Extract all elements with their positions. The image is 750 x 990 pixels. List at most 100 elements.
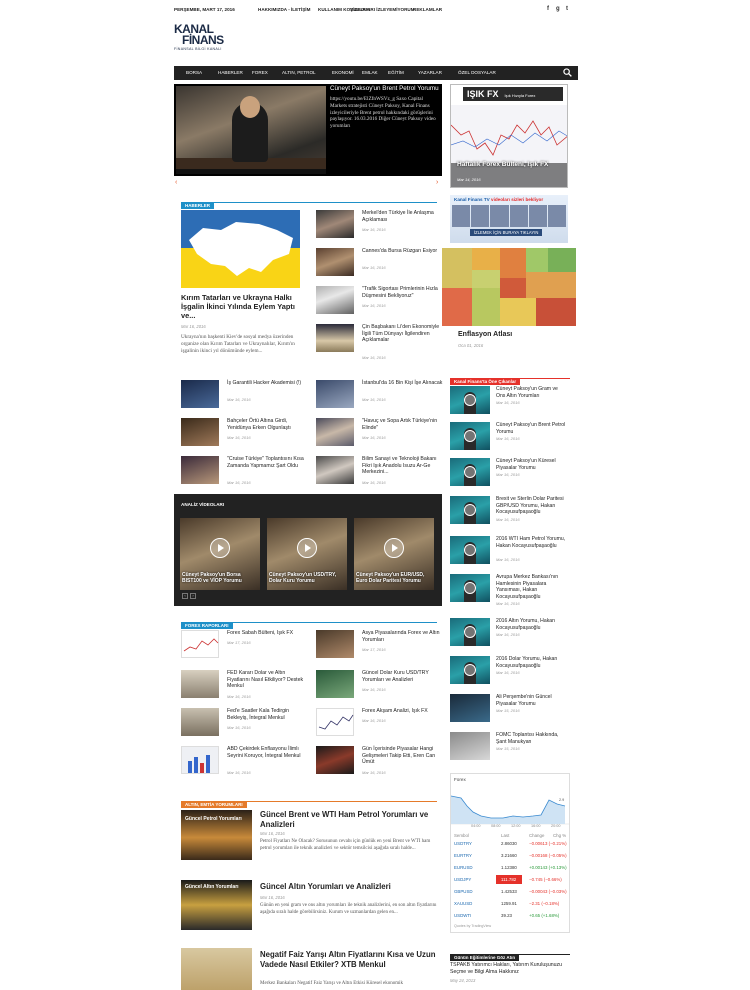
treemap-title[interactable]: Enflasyon Atlası — [458, 331, 512, 338]
fx-symbol[interactable]: XAUUSD — [454, 901, 472, 906]
nav-haberler[interactable]: HABERLER — [218, 70, 243, 75]
commodity-article[interactable]: Negatif Faiz Yarışı Altın Fiyatlarını Kı… — [181, 948, 443, 990]
featured-title[interactable]: Brexit ve Sterlin Dolar Paritesi GBP/USD… — [496, 496, 568, 516]
featured-item[interactable]: Brexit ve Sterlin Dolar Paritesi GBP/USD… — [450, 496, 570, 526]
tv-promo-banner[interactable]: Kanal Finans TV videoları sizleri bekliy… — [450, 195, 568, 243]
commodity-article[interactable]: Güncel Altın Yorumları Güncel Altın Yoru… — [181, 880, 443, 936]
nav-borsa[interactable]: BORSA — [186, 70, 202, 75]
featured-item[interactable]: 2016 Altın Yorumu, Hakan Kocayusufpaşaoğ… — [450, 618, 570, 648]
featured-item[interactable]: Cüneyt Paksoy'un Brent Petrol Yorumu Mar … — [450, 422, 570, 452]
featured-item[interactable]: FOMC Toplantısı Hakkında, Şant Manukyan M… — [450, 732, 570, 762]
featured-title[interactable]: 2016 Altın Yorumu, Hakan Kocayusufpaşaoğ… — [496, 618, 568, 631]
news-title[interactable]: Merkel'den Türkiye İle Anlaşma Açıklamas… — [362, 210, 444, 223]
video-card[interactable]: Cüneyt Paksoy'un USD/TRY, Dolar Kuru Yor… — [267, 518, 347, 590]
slider-next-icon[interactable]: › — [436, 179, 438, 186]
news-item[interactable]: Çin Başbakanı Li'den Ekonomiyle İlgili T… — [316, 324, 440, 364]
video-title[interactable]: Cüneyt Paksoy'un Borsa BIST100 ve VİOP Y… — [182, 572, 260, 585]
video-title[interactable]: Cüneyt Paksoy'un EUR/USD, Euro Dolar Par… — [356, 572, 434, 585]
videos-prev-button[interactable]: ‹ — [182, 593, 188, 599]
facebook-icon[interactable]: f — [547, 6, 549, 12]
video-thumb[interactable] — [450, 386, 490, 414]
forex-item[interactable]: Gün İçerisinde Piyasalar Hangi Gelişmele… — [316, 746, 440, 776]
article-title[interactable]: Güncel Brent ve WTI Ham Petrol Yorumları… — [260, 810, 444, 829]
news-title[interactable]: Bahçeler Örtü Altına Girdi, Yenidünya Er… — [227, 418, 309, 431]
video-title[interactable]: Cüneyt Paksoy'un USD/TRY, Dolar Kuru Yor… — [269, 572, 347, 585]
news-item[interactable]: Bahçeler Örtü Altına Girdi, Yenidünya Er… — [181, 418, 305, 448]
news-title[interactable]: Çin Başbakanı Li'den Ekonomiyle İlgili T… — [362, 324, 444, 344]
video-thumb[interactable] — [450, 536, 490, 564]
video-thumb[interactable] — [450, 496, 490, 524]
article-image[interactable]: Güncel Petrol Yorumları — [181, 810, 252, 860]
site-logo[interactable]: KANAL FİNANS FİNANSAL BİLGİ KANALI — [174, 23, 238, 60]
fx-symbol[interactable]: GBPUSD — [454, 889, 473, 894]
slider-prev-icon[interactable]: ‹ — [175, 179, 177, 186]
news-item[interactable]: İstanbul'da 16 Bin Kişi İşe Alınacak Mar… — [316, 380, 442, 410]
featured-item[interactable]: 2016 Dolar Yorumu, Hakan Kocayusufpaşaoğ… — [450, 656, 570, 686]
forex-title[interactable]: Güncel Dolar Kuru USD/TRY Yorumları ve A… — [362, 670, 444, 683]
news-title[interactable]: "Trafik Sigortası Primlerinin Hızla Düşm… — [362, 286, 444, 299]
twitter-icon[interactable]: t — [566, 6, 568, 12]
play-icon[interactable] — [464, 504, 476, 516]
forex-title[interactable]: Fed'e Saatler Kala Tedirgin Bekleyiş, İn… — [227, 708, 309, 721]
fx-caption[interactable]: Haftalık Forex Bülteni, Işık FX — [457, 161, 548, 168]
article-title[interactable]: Güncel Altın Yorumları ve Analizleri — [260, 882, 444, 892]
tradingview-widget[interactable]: Forex 2.9 04:00 08:00 12:00 16:00 20:00 … — [450, 773, 570, 933]
forex-item[interactable]: ABD Çekirdek Enflasyonu İlimlı Seyrini K… — [181, 746, 305, 776]
video-thumb[interactable] — [450, 574, 490, 602]
videos-next-button[interactable]: › — [190, 593, 196, 599]
play-icon[interactable] — [464, 544, 476, 556]
news-main-title[interactable]: Kırım Tatarları ve Ukrayna Halkı İşgalin… — [181, 293, 306, 321]
news-title[interactable]: "Cruise Türkiye" Toplantısını Kısa Zaman… — [227, 456, 309, 469]
video-thumb[interactable] — [450, 458, 490, 486]
forex-title[interactable]: Gün İçerisinde Piyasalar Hangi Gelişmele… — [362, 746, 444, 766]
featured-title[interactable]: Cüneyt Paksoy'un Gram ve Ons Altın Yorum… — [496, 386, 568, 399]
news-title[interactable]: "Havuç ve Sopa Artık Türkiye'nin Elinde" — [362, 418, 444, 431]
fx-table-row[interactable]: GBPUSD 1.42533 −0.00043 (−0.03%) — [451, 886, 569, 897]
top-link-ads[interactable]: REKLAMLAR — [413, 7, 442, 12]
featured-item[interactable]: Ali Perşembe'nin Güncel Piyasalar Yorumu… — [450, 694, 570, 724]
fx-table-row[interactable]: USDWTI 39.23 +0.65 (+1.68%) — [451, 910, 569, 921]
article-title[interactable]: Negatif Faiz Yarışı Altın Fiyatlarını Kı… — [260, 950, 444, 969]
news-item[interactable]: "Trafik Sigortası Primlerinin Hızla Düşm… — [316, 286, 440, 316]
video-thumb[interactable] — [450, 732, 490, 760]
fx-symbol[interactable]: EURTRY — [454, 853, 472, 858]
featured-title[interactable]: Cüneyt Paksoy'un Küresel Piyasalar Yorum… — [496, 458, 568, 471]
play-icon[interactable] — [210, 538, 230, 558]
video-thumb[interactable] — [450, 656, 490, 684]
play-icon[interactable] — [297, 538, 317, 558]
fx-table-row[interactable]: EURTRY 3.21660 −0.00168 (−0.05%) — [451, 850, 569, 861]
news-item[interactable]: Merkel'den Türkiye İle Anlaşma Açıklamas… — [316, 210, 440, 240]
commodity-article[interactable]: Güncel Petrol Yorumları Güncel Brent ve … — [181, 810, 443, 874]
fx-symbol[interactable]: USDTRY — [454, 841, 472, 846]
video-thumb[interactable] — [450, 694, 490, 722]
nav-ekonomi[interactable]: EKONOMİ — [332, 70, 354, 75]
fx-symbol[interactable]: EURUSD — [454, 865, 473, 870]
forex-item[interactable]: Forex Sabah Bülteni, Işık FX Mar 17, 201… — [181, 630, 305, 660]
fx-table-row[interactable]: XAUUSD 1259.91 −2.31 (−0.18%) — [451, 898, 569, 909]
fx-table-row[interactable]: USDJPY 111.782 −0.745 (−0.66%) — [451, 874, 569, 885]
forex-item[interactable]: Fed'e Saatler Kala Tedirgin Bekleyiş, İn… — [181, 708, 305, 738]
slider-video-thumb[interactable] — [176, 86, 326, 174]
forex-item[interactable]: Güncel Dolar Kuru USD/TRY Yorumları ve A… — [316, 670, 440, 700]
tradingview-credit[interactable]: Quotes by TradingView — [454, 924, 491, 928]
fx-symbol[interactable]: USDWTI — [454, 913, 471, 918]
slider-title[interactable]: Cüneyt Paksoy'un Brent Petrol Yorumu — [330, 84, 440, 94]
play-icon[interactable] — [464, 626, 476, 638]
featured-title[interactable]: Avrupa Merkez Bankası'nın Hamlesinin Piy… — [496, 574, 568, 600]
fx-table-row[interactable]: USDTRY 2.86030 −0.00613 (−0.21%) — [451, 838, 569, 849]
featured-title[interactable]: Ali Perşembe'nin Güncel Piyasalar Yorumu — [496, 694, 568, 707]
video-thumb[interactable] — [450, 618, 490, 646]
featured-title[interactable]: FOMC Toplantısı Hakkında, Şant Manukyan — [496, 732, 568, 745]
google-plus-icon[interactable]: g — [556, 6, 560, 12]
search-icon[interactable] — [563, 68, 572, 77]
play-icon[interactable] — [464, 466, 476, 478]
nav-altin-petrol[interactable]: ALTIN, PETROL — [282, 70, 316, 75]
featured-item[interactable]: Avrupa Merkez Bankası'nın Hamlesinin Piy… — [450, 574, 570, 606]
forex-item[interactable]: FED Kararı Dolar ve Altın Fiyatlarını Na… — [181, 670, 305, 700]
featured-title[interactable]: Cüneyt Paksoy'un Brent Petrol Yorumu — [496, 422, 568, 435]
fx-symbol[interactable]: USDJPY — [454, 877, 471, 882]
top-link-contact[interactable]: HAKKIMIZDA - İLETİŞİM — [258, 7, 310, 12]
forex-item[interactable]: Asya Piyasalarında Forex ve Altın Yoruml… — [316, 630, 440, 660]
isikfx-widget[interactable]: IŞIK FX Işık Hızıyla Forex Haftalık Forex… — [450, 84, 568, 188]
nav-egitim[interactable]: EĞİTİM — [388, 70, 404, 75]
